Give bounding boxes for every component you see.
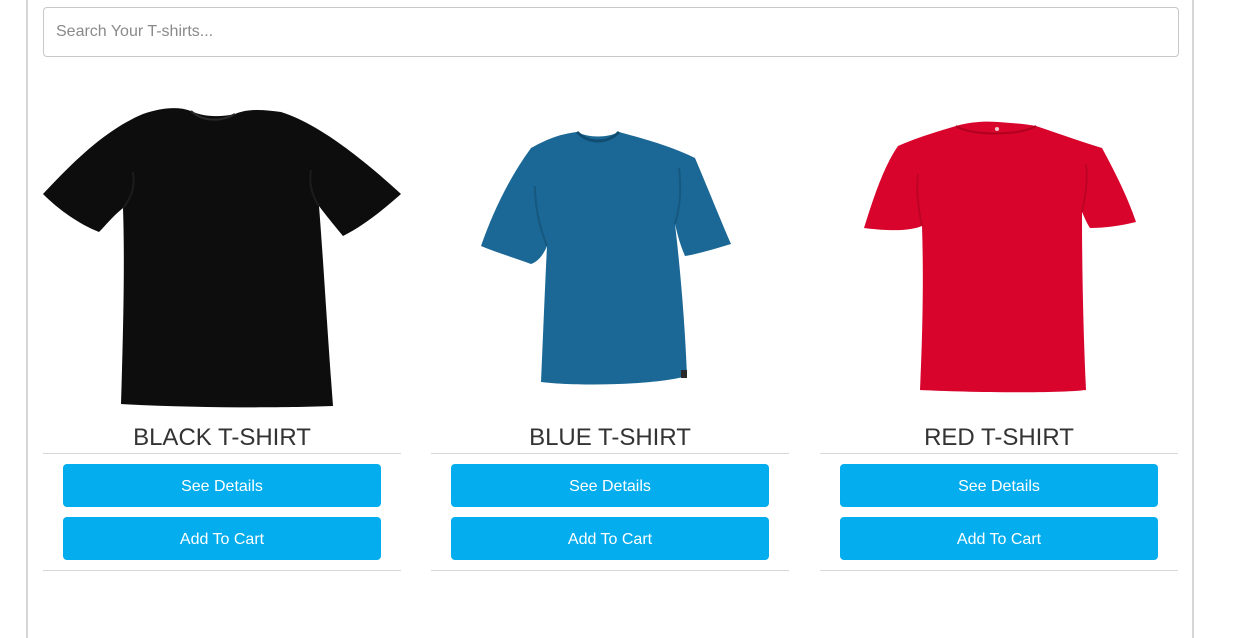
product-card-black: BLACK T-SHIRT See Details Add To Cart (43, 86, 401, 571)
see-details-button[interactable]: See Details (451, 464, 769, 507)
blue-tshirt-image (481, 130, 731, 385)
add-to-cart-button[interactable]: Add To Cart (451, 517, 769, 560)
product-title: BLACK T-SHIRT (133, 424, 311, 451)
add-to-cart-button[interactable]: Add To Cart (840, 517, 1158, 560)
product-image-red (820, 86, 1178, 416)
product-image-black (43, 86, 401, 416)
product-title: RED T-SHIRT (924, 424, 1074, 451)
divider (431, 570, 789, 571)
product-card-blue: BLUE T-SHIRT See Details Add To Cart (431, 86, 789, 571)
add-to-cart-button[interactable]: Add To Cart (63, 517, 381, 560)
product-card-red: RED T-SHIRT See Details Add To Cart (820, 86, 1178, 571)
see-details-button[interactable]: See Details (63, 464, 381, 507)
divider (820, 570, 1178, 571)
divider (820, 453, 1178, 454)
search-input[interactable] (43, 7, 1179, 57)
product-image-blue (431, 86, 789, 416)
see-details-button[interactable]: See Details (840, 464, 1158, 507)
red-tshirt-image (864, 121, 1136, 393)
product-title: BLUE T-SHIRT (529, 424, 691, 451)
divider (431, 453, 789, 454)
divider (43, 570, 401, 571)
divider (43, 453, 401, 454)
black-tshirt-image (43, 108, 401, 408)
